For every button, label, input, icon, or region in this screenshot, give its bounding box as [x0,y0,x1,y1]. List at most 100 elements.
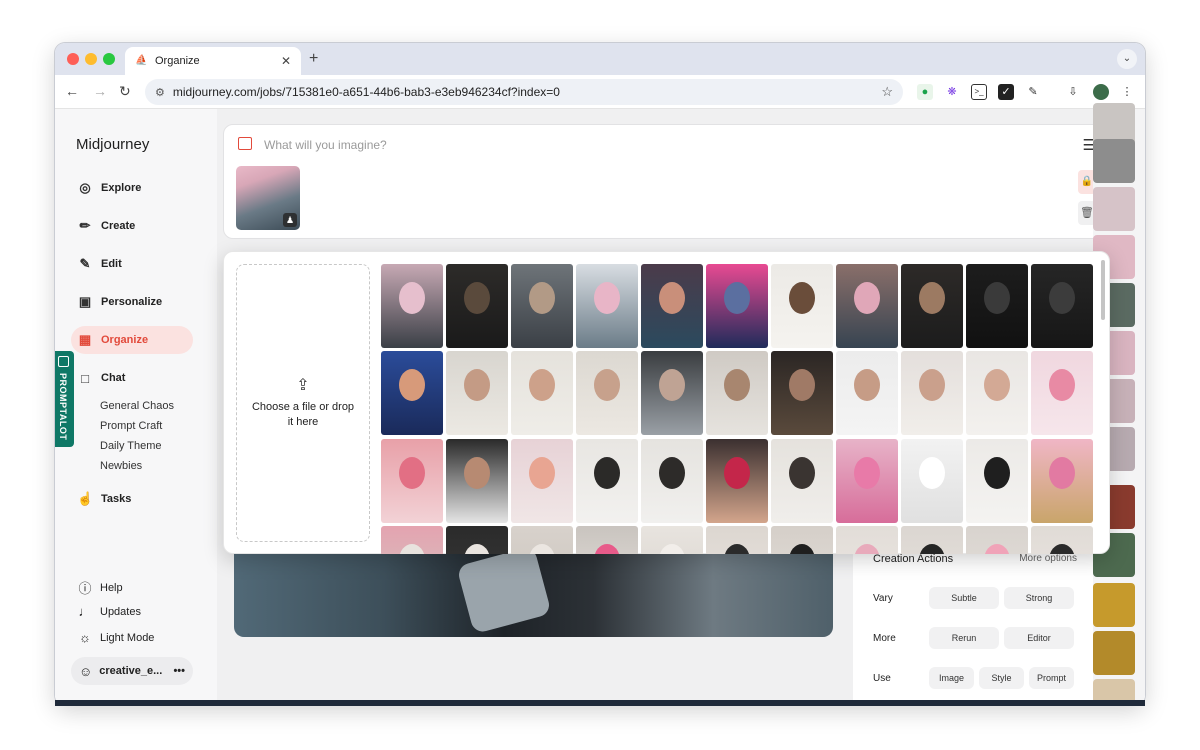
sidebar-item-tasks[interactable]: ☝ Tasks [71,485,193,513]
uploaded-image-thumbnail[interactable] [836,439,898,523]
chat-channel-general-chaos[interactable]: General Chaos [100,400,174,412]
uploaded-image-thumbnail[interactable] [706,526,768,554]
close-tab-icon[interactable]: ✕ [281,54,291,68]
file-drop-zone[interactable]: ⇪ Choose a file or drop it here [236,264,370,542]
minimize-window-button[interactable] [85,53,97,65]
uploaded-image-thumbnail[interactable] [771,526,833,554]
uploaded-image-thumbnail[interactable] [511,439,573,523]
reference-image-thumbnail[interactable]: ♟ [236,166,300,230]
brand-logo[interactable]: Midjourney [76,136,149,153]
prompt-input[interactable]: What will you imagine? [264,138,387,152]
address-bar[interactable]: ⚙ midjourney.com/jobs/715381e0-a651-44b6… [145,79,903,105]
uploaded-image-thumbnail[interactable] [511,526,573,554]
evernote-extension-icon[interactable]: ● [917,84,933,100]
strip-thumbnail[interactable] [1093,631,1135,675]
strip-thumbnail[interactable] [1093,139,1135,183]
site-settings-icon[interactable]: ⚙ [155,86,165,99]
sidebar-item-organize[interactable]: ▦ Organize [71,326,193,354]
back-icon[interactable]: ← [65,83,79,99]
rerun-button[interactable]: Rerun [929,627,999,649]
sidebar-item-edit[interactable]: ✎ Edit [71,250,193,278]
uploaded-image-thumbnail[interactable] [576,526,638,554]
uploaded-image-thumbnail[interactable] [706,439,768,523]
sidebar-item-personalize[interactable]: ▣ Personalize [71,288,193,316]
uploaded-image-thumbnail[interactable] [381,351,443,435]
use-image-button[interactable]: Image [929,667,974,689]
user-account-button[interactable]: ☺ creative_e... ••• [71,657,193,685]
scrollbar[interactable] [1101,260,1105,320]
uploaded-image-thumbnail[interactable] [641,439,703,523]
uploaded-image-thumbnail[interactable] [836,526,898,554]
browser-tab[interactable]: ⛵ Organize ✕ [125,47,301,75]
uploaded-image-thumbnail[interactable] [966,351,1028,435]
uploaded-image-thumbnail[interactable] [576,351,638,435]
bookmark-star-icon[interactable]: ☆ [881,84,893,100]
help-link[interactable]: ⓘ Help [77,578,122,597]
uploaded-image-thumbnail[interactable] [966,526,1028,554]
editor-button[interactable]: Editor [1004,627,1074,649]
uploaded-image-thumbnail[interactable] [511,351,573,435]
uploaded-image-thumbnail[interactable] [1031,526,1093,554]
uploaded-image-thumbnail[interactable] [1031,264,1093,348]
purple-extension-icon[interactable]: ❋ [944,84,960,100]
uploaded-image-thumbnail[interactable] [381,439,443,523]
more-options-icon[interactable]: ••• [173,665,185,677]
new-tab-button[interactable]: + [309,50,318,68]
chat-channel-prompt-craft[interactable]: Prompt Craft [100,420,162,432]
uploaded-image-thumbnail[interactable] [446,439,508,523]
forward-icon[interactable]: → [93,83,107,99]
uploaded-image-thumbnail[interactable] [381,526,443,554]
use-prompt-button[interactable]: Prompt [1029,667,1074,689]
uploaded-image-thumbnail[interactable] [446,351,508,435]
uploaded-image-thumbnail[interactable] [446,264,508,348]
character-reference-icon[interactable]: ♟ [283,213,297,227]
use-style-button[interactable]: Style [979,667,1024,689]
updates-link[interactable]: ♩ Updates [77,604,141,619]
reload-icon[interactable]: ↻ [119,83,131,100]
vary-subtle-button[interactable]: Subtle [929,587,999,609]
uploaded-image-thumbnail[interactable] [641,351,703,435]
uploaded-image-thumbnail[interactable] [771,439,833,523]
uploaded-image-thumbnail[interactable] [836,264,898,348]
uploaded-image-thumbnail[interactable] [511,264,573,348]
profile-avatar[interactable] [1093,84,1109,100]
dark-extension-icon[interactable]: ✓ [998,84,1014,100]
uploaded-image-thumbnail[interactable] [771,351,833,435]
terminal-extension-icon[interactable]: >_ [971,84,987,100]
uploaded-image-thumbnail[interactable] [901,351,963,435]
promptalot-extension-tab[interactable]: PROMPTALOT [55,351,74,447]
uploaded-image-thumbnail[interactable] [901,526,963,554]
strip-thumbnail[interactable] [1093,187,1135,231]
uploaded-image-thumbnail[interactable] [966,264,1028,348]
chat-channel-daily-theme[interactable]: Daily Theme [100,440,162,452]
sidebar-item-explore[interactable]: ◎ Explore [71,174,193,202]
image-prompt-icon[interactable] [238,137,252,150]
uploaded-image-thumbnail[interactable] [1031,439,1093,523]
uploaded-image-thumbnail[interactable] [641,526,703,554]
uploaded-image-thumbnail[interactable] [966,439,1028,523]
uploaded-image-thumbnail[interactable] [446,526,508,554]
uploaded-image-thumbnail[interactable] [706,351,768,435]
uploaded-image-thumbnail[interactable] [901,439,963,523]
uploaded-image-thumbnail[interactable] [641,264,703,348]
browser-menu-icon[interactable]: ⋮ [1119,84,1135,100]
uploaded-image-thumbnail[interactable] [901,264,963,348]
uploaded-image-thumbnail[interactable] [576,264,638,348]
uploaded-image-thumbnail[interactable] [836,351,898,435]
strip-thumbnail[interactable] [1093,583,1135,627]
more-options-link[interactable]: More options [1019,553,1077,564]
sidebar-item-chat[interactable]: □ Chat [71,364,193,392]
download-icon[interactable]: ⇩ [1065,84,1081,100]
uploaded-image-thumbnail[interactable] [706,264,768,348]
uploaded-image-thumbnail[interactable] [771,264,833,348]
url-text[interactable]: midjourney.com/jobs/715381e0-a651-44b6-b… [173,85,881,99]
light-mode-toggle[interactable]: ☼ Light Mode [77,630,154,645]
close-window-button[interactable] [67,53,79,65]
maximize-window-button[interactable] [103,53,115,65]
uploaded-image-thumbnail[interactable] [1031,351,1093,435]
sidebar-item-create[interactable]: ✏ Create [71,212,193,240]
uploaded-image-thumbnail[interactable] [576,439,638,523]
uploaded-image-thumbnail[interactable] [381,264,443,348]
chat-channel-newbies[interactable]: Newbies [100,460,142,472]
tab-search-button[interactable]: ⌄ [1117,49,1137,69]
